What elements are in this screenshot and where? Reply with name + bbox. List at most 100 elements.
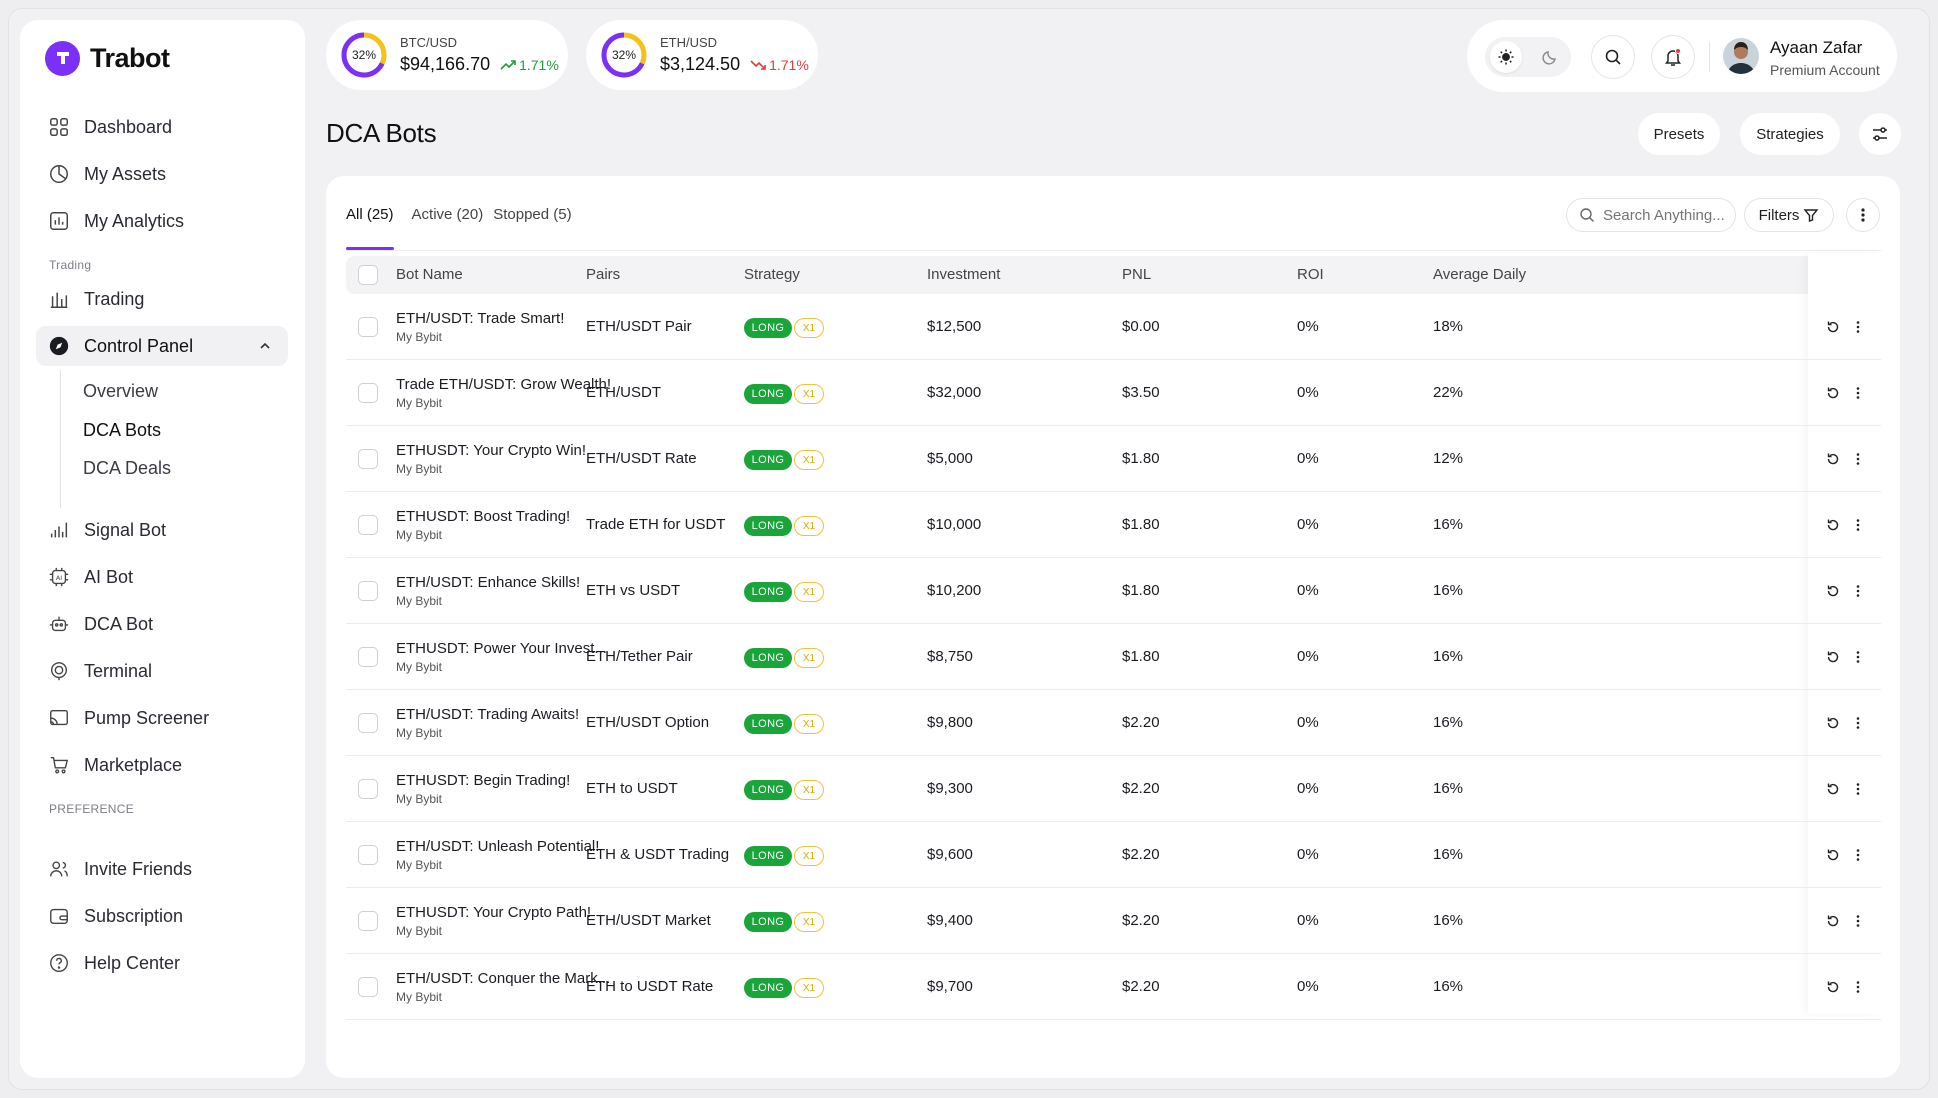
bot-name[interactable]: ETHUSDT: Your Crypto Path! [396,904,616,921]
row-checkbox[interactable] [358,449,378,469]
row-checkbox[interactable] [358,977,378,997]
row-menu-button[interactable] [1849,582,1867,600]
table-row[interactable]: ETHUSDT: Your Crypto Win! My Bybit ETH/U… [346,426,1881,492]
tab-stopped[interactable]: Stopped (5) [493,206,571,242]
row-checkbox[interactable] [358,383,378,403]
sidebar-item-signal-bot[interactable]: Signal Bot [36,510,288,550]
restart-button[interactable] [1824,318,1842,336]
table-row[interactable]: ETH/USDT: Trading Awaits! My Bybit ETH/U… [346,690,1881,756]
ticker-eth[interactable]: 32% ETH/USD $3,124.50 1.71% [586,20,818,90]
sidebar-item-control-panel[interactable]: Control Panel [36,326,288,366]
ticker-btc[interactable]: 32% BTC/USD $94,166.70 1.71% [326,20,568,90]
column-header[interactable]: Strategy [744,266,800,283]
filters-button[interactable]: Filters [1744,198,1834,232]
row-menu-button[interactable] [1849,978,1867,996]
column-header[interactable]: Bot Name [396,266,463,283]
search-box[interactable] [1566,198,1736,232]
strategies-button[interactable]: Strategies [1740,113,1840,155]
user-name[interactable]: Ayaan Zafar [1770,38,1862,58]
row-menu-button[interactable] [1849,450,1867,468]
avatar[interactable] [1723,38,1759,74]
row-menu-button[interactable] [1849,318,1867,336]
sun-icon[interactable] [1490,41,1522,73]
sidebar-item-ai-bot[interactable]: AI AI Bot [36,557,288,597]
settings-button[interactable] [1859,113,1901,155]
sidebar-item-invite-friends[interactable]: Invite Friends [36,849,288,889]
table-row[interactable]: ETHUSDT: Power Your Invest... My Bybit E… [346,624,1881,690]
restart-button[interactable] [1824,780,1842,798]
column-header[interactable]: Average Daily [1433,266,1526,283]
bot-name[interactable]: ETH/USDT: Unleash Potential! [396,838,616,855]
row-checkbox[interactable] [358,845,378,865]
sidebar-item-subscription[interactable]: Subscription [36,896,288,936]
bot-name[interactable]: ETH/USDT: Conquer the Mark... [396,970,616,987]
row-checkbox[interactable] [358,779,378,799]
sidebar-item-dashboard[interactable]: Dashboard [36,107,288,147]
restart-button[interactable] [1824,582,1842,600]
presets-button[interactable]: Presets [1638,113,1720,155]
restart-button[interactable] [1824,714,1842,732]
row-checkbox[interactable] [358,317,378,337]
row-menu-button[interactable] [1849,384,1867,402]
subnav-item-dca-deals[interactable]: DCA Deals [83,458,171,479]
restart-button[interactable] [1824,384,1842,402]
sidebar-item-terminal[interactable]: Terminal [36,651,288,691]
tab-all[interactable]: All (25) [346,206,394,250]
table-row[interactable]: Trade ETH/USDT: Grow Wealth! My Bybit ET… [346,360,1881,426]
restart-button[interactable] [1824,846,1842,864]
sidebar-item-dca-bot[interactable]: DCA Bot [36,604,288,644]
table-row[interactable]: ETH/USDT: Conquer the Mark... My Bybit E… [346,954,1881,1020]
restart-button[interactable] [1824,450,1842,468]
bot-name[interactable]: ETHUSDT: Your Crypto Win! [396,442,616,459]
row-menu-button[interactable] [1849,516,1867,534]
bot-name[interactable]: ETHUSDT: Begin Trading! [396,772,616,789]
notifications-button[interactable] [1651,35,1695,79]
row-menu-button[interactable] [1849,714,1867,732]
row-checkbox[interactable] [358,647,378,667]
search-input[interactable] [1603,206,1733,224]
subnav-item-overview[interactable]: Overview [83,381,158,402]
row-menu-button[interactable] [1849,648,1867,666]
sidebar-item-trading[interactable]: Trading [36,279,288,319]
row-checkbox[interactable] [358,515,378,535]
table-row[interactable]: ETH/USDT: Unleash Potential! My Bybit ET… [346,822,1881,888]
table-row[interactable]: ETH/USDT: Enhance Skills! My Bybit ETH v… [346,558,1881,624]
sidebar-item-pump-screener[interactable]: Pump Screener [36,698,288,738]
column-header[interactable]: Investment [927,266,1000,283]
column-header[interactable]: PNL [1122,266,1151,283]
column-header[interactable]: Pairs [586,266,620,283]
theme-toggle[interactable] [1485,37,1571,77]
restart-button[interactable] [1824,648,1842,666]
bot-name[interactable]: ETHUSDT: Power Your Invest... [396,640,616,657]
row-menu-button[interactable] [1849,780,1867,798]
table-row[interactable]: ETHUSDT: Boost Trading! My Bybit Trade E… [346,492,1881,558]
more-options-button[interactable] [1846,198,1880,232]
table-row[interactable]: ETHUSDT: Your Crypto Path! My Bybit ETH/… [346,888,1881,954]
brand[interactable]: Trabot [45,40,170,76]
row-checkbox[interactable] [358,581,378,601]
row-menu-button[interactable] [1849,846,1867,864]
table-row[interactable]: ETHUSDT: Begin Trading! My Bybit ETH to … [346,756,1881,822]
bot-name[interactable]: ETH/USDT: Enhance Skills! [396,574,616,591]
restart-button[interactable] [1824,912,1842,930]
restart-button[interactable] [1824,978,1842,996]
row-checkbox[interactable] [358,911,378,931]
bot-name[interactable]: ETH/USDT: Trade Smart! [396,310,616,327]
sidebar-item-help-center[interactable]: Help Center [36,943,288,983]
moon-icon[interactable] [1534,41,1566,73]
row-menu-button[interactable] [1849,912,1867,930]
subnav-item-dca-bots[interactable]: DCA Bots [83,420,161,441]
sidebar-item-my-analytics[interactable]: My Analytics [36,201,288,241]
column-header[interactable]: ROI [1297,266,1324,283]
select-all-checkbox[interactable] [358,265,378,285]
table-row[interactable]: ETH/USDT: Trade Smart! My Bybit ETH/USDT… [346,294,1881,360]
tab-active[interactable]: Active (20) [412,206,484,242]
sidebar-item-marketplace[interactable]: Marketplace [36,745,288,785]
row-checkbox[interactable] [358,713,378,733]
search-button[interactable] [1591,35,1635,79]
sidebar-item-my-assets[interactable]: My Assets [36,154,288,194]
bot-name[interactable]: ETH/USDT: Trading Awaits! [396,706,616,723]
bot-name[interactable]: Trade ETH/USDT: Grow Wealth! [396,376,616,393]
bot-name[interactable]: ETHUSDT: Boost Trading! [396,508,616,525]
restart-button[interactable] [1824,516,1842,534]
